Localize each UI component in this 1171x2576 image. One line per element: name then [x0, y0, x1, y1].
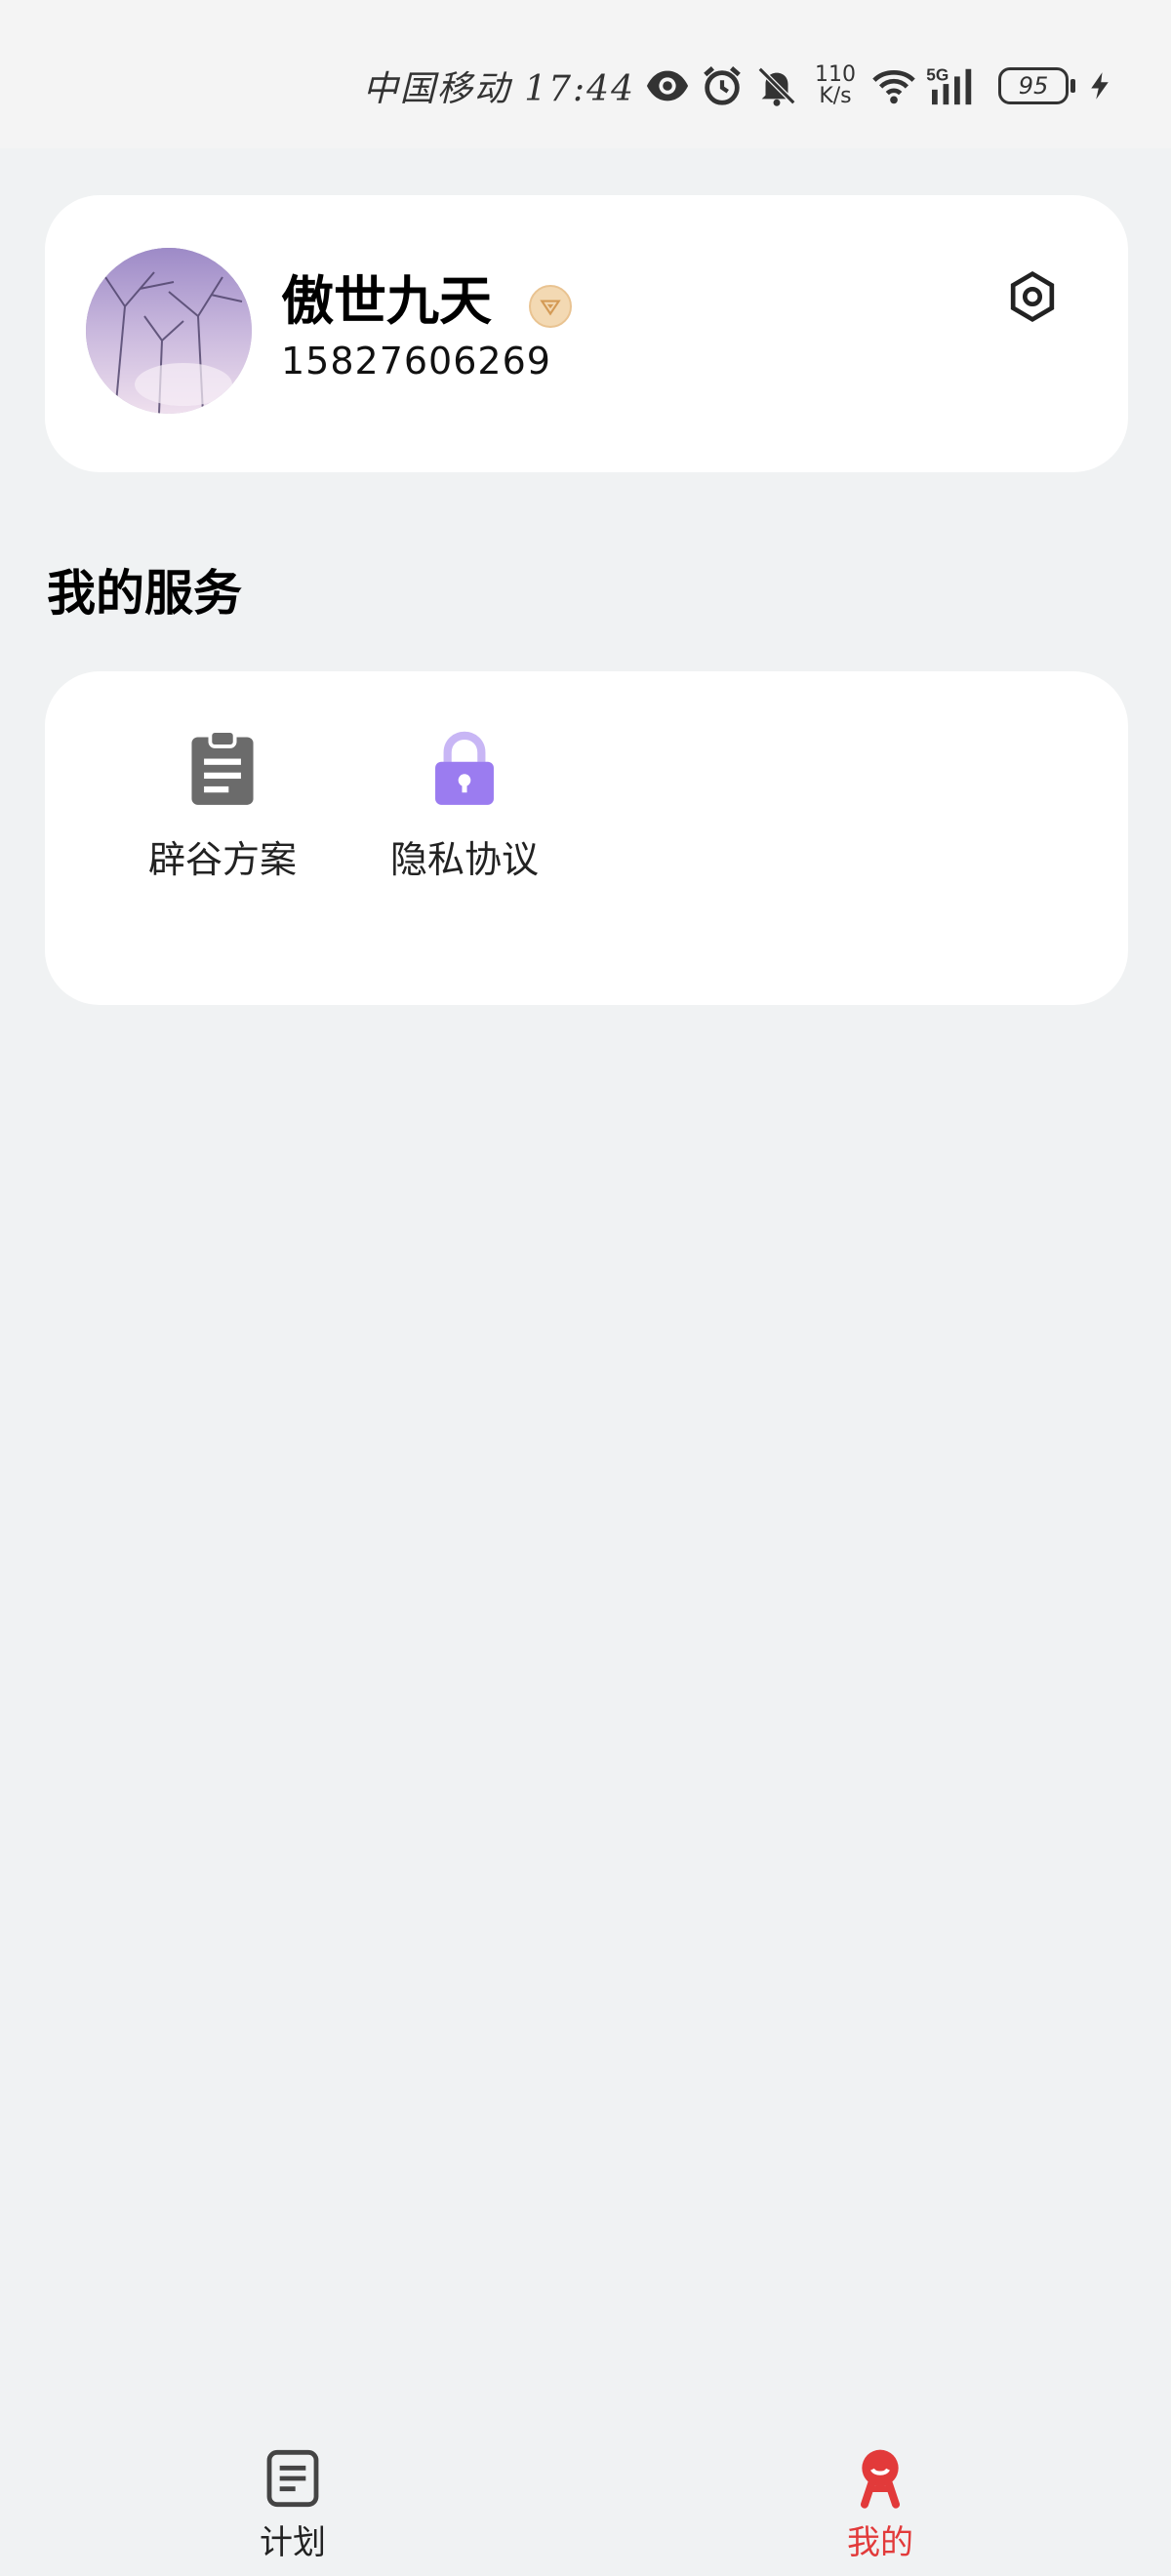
status-bar: 中国移动 17:44 110 K/s 5G 95 — [0, 0, 1171, 148]
charging-icon — [1091, 72, 1109, 100]
battery-level: 95 — [1018, 72, 1049, 100]
mute-bell-icon — [757, 66, 796, 106]
nav-item-plan[interactable]: 计划 — [195, 2447, 390, 2564]
bottom-nav: 计划 我的 — [0, 2420, 1171, 2576]
clipboard-icon — [191, 729, 254, 805]
lock-icon — [435, 731, 494, 805]
avatar-image — [86, 248, 252, 414]
service-item-privacy-policy[interactable]: 隐私协议 — [367, 728, 562, 894]
eye-icon — [646, 70, 689, 101]
avatar[interactable] — [86, 248, 252, 414]
settings-icon[interactable] — [1005, 269, 1060, 324]
profile-mascot-icon — [861, 2449, 900, 2509]
network-type: 5G — [926, 64, 949, 84]
user-name: 傲世九天 — [281, 270, 492, 332]
service-item-fasting-plan[interactable]: 辟谷方案 — [125, 728, 320, 894]
wifi-icon — [872, 70, 915, 104]
alarm-icon — [704, 65, 741, 105]
net-speed: 110 K/s — [815, 64, 856, 107]
service-label-privacy-policy: 隐私协议 — [389, 838, 539, 881]
nav-label-plan: 计划 — [260, 2523, 326, 2562]
nav-label-mine: 我的 — [847, 2523, 913, 2562]
nav-item-mine[interactable]: 我的 — [783, 2447, 978, 2564]
battery-icon: 95 — [998, 67, 1069, 104]
service-label-fasting-plan: 辟谷方案 — [147, 838, 297, 881]
net-speed-unit: K/s — [819, 84, 852, 108]
plan-list-icon — [266, 2449, 319, 2508]
vip-badge-icon — [529, 285, 572, 328]
profile-card[interactable]: 傲世九天 15827606269 — [45, 195, 1128, 472]
services-title: 我的服务 — [47, 565, 242, 622]
services-card: 辟谷方案 隐私协议 — [45, 671, 1128, 1005]
signal-icon: 5G — [926, 64, 972, 105]
phone-number: 15827606269 — [281, 340, 551, 382]
net-speed-value: 110 — [815, 62, 856, 87]
battery-cap — [1070, 79, 1075, 93]
carrier-time: 中国移动 17:44 — [362, 69, 635, 109]
status-icons: 中国移动 17:44 110 K/s 5G 95 — [363, 60, 1114, 111]
